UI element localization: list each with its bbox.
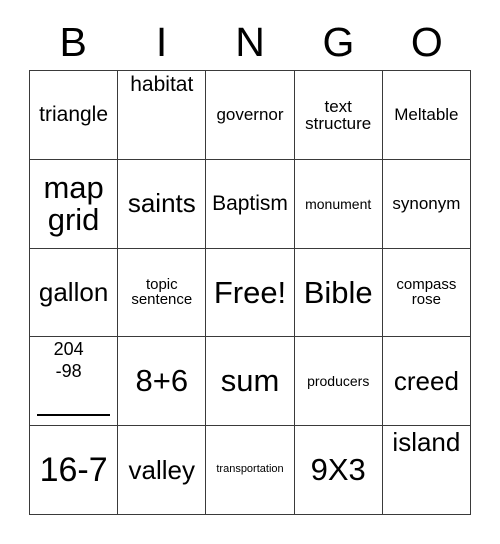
bingo-cell-text: creed [393, 366, 459, 397]
bingo-cell-text: habitat [130, 73, 194, 96]
bingo-cell-i2[interactable]: saints [118, 159, 207, 249]
bingo-cell-i5[interactable]: valley [118, 426, 207, 515]
bingo-cell-o3[interactable]: compass rose [382, 248, 471, 338]
header-letter-o: O [410, 18, 443, 65]
header-letter-i: I [155, 18, 168, 65]
bingo-cell-b3[interactable]: gallon [30, 248, 119, 338]
bingo-cell-text: Bible [303, 274, 373, 310]
bingo-cell-text: saints [127, 188, 196, 219]
subtrahend: -98 [55, 361, 82, 382]
bingo-cell-text: 16-7 [39, 450, 108, 489]
bingo-cell-b1[interactable]: triangle [30, 71, 119, 160]
bingo-cell-text: island [392, 427, 461, 458]
bingo-cell-g3[interactable]: Bible [294, 248, 383, 338]
bingo-cell-text: Meltable [394, 105, 459, 125]
bingo-cell-text: map grid [43, 170, 104, 237]
bingo-cell-text: topic sentence [131, 276, 193, 309]
bingo-cell-i3[interactable]: topic sentence [118, 248, 207, 338]
bingo-cell-g5[interactable]: 9X3 [294, 426, 383, 515]
bingo-cell-g4[interactable]: producers [294, 337, 383, 427]
bingo-cell-text: monument [305, 195, 372, 212]
bingo-cell-text: triangle [39, 103, 109, 127]
subtraction-problem: 204 -98 [33, 339, 114, 423]
bingo-cell-n5[interactable]: transportation [206, 426, 295, 515]
bingo-cell-o4[interactable]: creed [382, 337, 471, 427]
bingo-cell-o5[interactable]: island [382, 426, 471, 515]
bingo-cell-g2[interactable]: monument [294, 159, 383, 249]
bingo-cell-text: gallon [38, 277, 109, 308]
bingo-cell-b5[interactable]: 16-7 [30, 426, 119, 515]
bingo-cell-text: valley [128, 454, 196, 485]
bingo-cell-text: governor [216, 105, 284, 125]
bingo-cell-text: producers [307, 373, 370, 390]
bingo-cell-text: Free! [213, 274, 287, 310]
header-letter-n: N [235, 18, 265, 65]
bingo-cell-i1[interactable]: habitat [118, 71, 207, 160]
bingo-cell-text: sum [220, 363, 280, 399]
bingo-cell-text: Baptism [212, 191, 288, 215]
bingo-card: B I N G O triangle habitat governor text… [0, 0, 500, 544]
bingo-header: B I N G O [29, 14, 471, 70]
bingo-cell-text: compass rose [396, 276, 457, 309]
bingo-grid: triangle habitat governor text structure… [29, 70, 471, 515]
bingo-cell-i4[interactable]: 8+6 [118, 337, 207, 427]
bingo-cell-text: text structure [305, 96, 372, 133]
bingo-cell-n4[interactable]: sum [206, 337, 295, 427]
bingo-cell-o2[interactable]: synonym [382, 159, 471, 249]
bingo-cell-g1[interactable]: text structure [294, 71, 383, 160]
header-letter-b: B [59, 18, 87, 65]
bingo-cell-free[interactable]: Free! [206, 248, 295, 338]
bingo-cell-b2[interactable]: map grid [30, 159, 119, 249]
bingo-cell-n1[interactable]: governor [206, 71, 295, 160]
bingo-cell-n2[interactable]: Baptism [206, 159, 295, 249]
bingo-cell-text: synonym [392, 194, 461, 214]
bingo-cell-text: 8+6 [135, 363, 189, 399]
bingo-cell-b4[interactable]: 204 -98 [30, 337, 119, 427]
bingo-cell-text: 9X3 [310, 452, 366, 488]
bingo-cell-text: transportation [216, 463, 284, 476]
bingo-cell-o1[interactable]: Meltable [382, 71, 471, 160]
answer-rule [37, 414, 111, 417]
header-letter-g: G [322, 18, 355, 65]
minuend: 204 [53, 339, 84, 360]
